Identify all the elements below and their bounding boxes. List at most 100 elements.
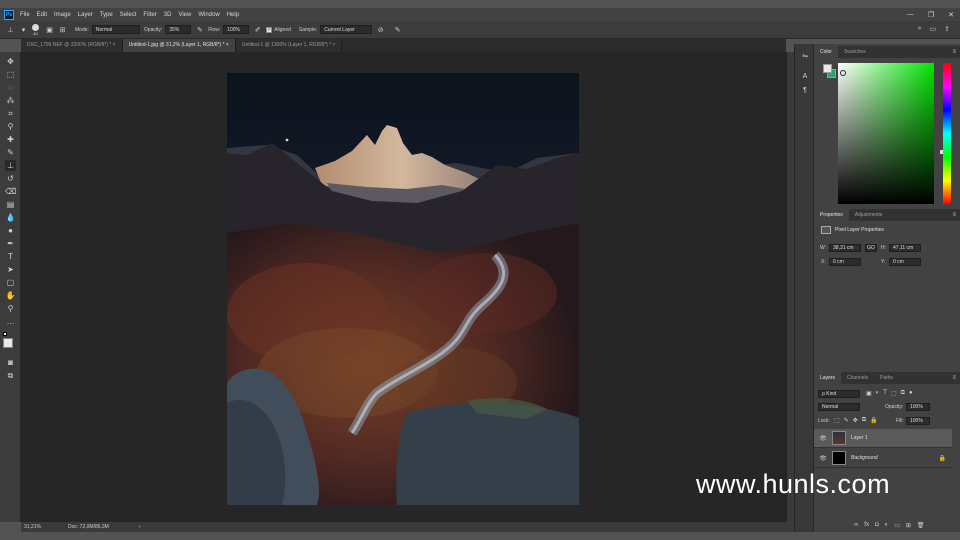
tab-paths[interactable]: Paths [874,372,899,384]
filter-type-icon[interactable]: T [883,390,887,397]
share-icon[interactable]: ⇪ [944,25,950,33]
lock-position-icon[interactable]: ✥ [853,417,858,424]
new-layer-icon[interactable]: ⊞ [906,522,911,529]
opacity-field[interactable]: 35% [165,25,192,34]
tab-layers[interactable]: Layers [814,372,842,384]
clone-stamp-icon[interactable]: ⊥ [6,25,15,34]
clone-source-icon[interactable]: ⊞ [58,25,67,34]
tab-channels[interactable]: Channels [841,372,874,384]
lock-artboard-icon[interactable]: ⧉ [862,417,866,424]
link-dimensions-button[interactable]: GO [865,244,877,252]
mask-icon[interactable]: ◘ [875,522,879,529]
blend-mode-select[interactable]: Normal [818,403,860,411]
path-selection-tool-icon[interactable]: ➤ [5,264,16,275]
tab-dsc-1799[interactable]: DSC_1799.NEF @ 3200% (RGB/8*) * × [21,39,123,52]
ignore-adjustment-icon[interactable]: ⊘ [376,25,385,34]
menu-window[interactable]: Window [198,12,219,18]
history-brush-tool-icon[interactable]: ↺ [5,173,16,184]
menu-edit[interactable]: Edit [37,12,47,18]
airbrush-icon[interactable]: ✐ [253,25,262,34]
foreground-color-swatch[interactable] [823,64,832,73]
quick-select-tool-icon[interactable]: ⁂ [5,95,16,106]
filter-shape-icon[interactable]: ⬚ [891,390,897,397]
shape-tool-icon[interactable]: ▢ [5,277,16,288]
lock-transparency-icon[interactable]: ⬚ [834,417,840,424]
flow-field[interactable]: 100% [223,25,250,34]
document-canvas[interactable] [227,73,579,505]
brush-panel-icon[interactable]: ▣ [45,25,54,34]
panel-menu-icon[interactable]: ≡ [952,372,956,384]
character-panel-icon[interactable]: A [800,72,810,82]
visibility-eye-icon[interactable]: 👁 [818,435,828,442]
tab-swatches[interactable]: Swatches [838,46,872,58]
hue-slider-handle[interactable] [940,150,943,154]
dodge-tool-icon[interactable]: ● [5,225,16,236]
menu-help[interactable]: Help [227,12,239,18]
quick-mask-icon[interactable]: ◙ [5,357,16,368]
width-field[interactable]: 38,31 cm [829,244,861,252]
filter-pixel-icon[interactable]: ▣ [866,390,872,397]
layer-row-background[interactable]: 👁 Background 🔒 [814,449,952,468]
menu-image[interactable]: Image [54,12,71,18]
layer-opacity-field[interactable]: 100% [906,403,930,411]
adjustment-icon[interactable]: ◐ [885,522,889,529]
layer-kind-filter[interactable]: ρ Kind [818,390,860,398]
tool-preset-dropdown-icon[interactable]: ▾ [19,25,28,34]
aligned-checkbox[interactable]: ✓ [266,26,273,33]
zoom-tool-icon[interactable]: ⚲ [5,303,16,314]
history-panel-icon[interactable]: ⇋ [800,52,810,62]
lock-all-icon[interactable]: 🔒 [870,417,877,424]
hand-tool-icon[interactable]: ✋ [5,290,16,301]
crop-tool-icon[interactable]: ⌗ [5,108,16,119]
menu-layer[interactable]: Layer [78,12,93,18]
search-icon[interactable]: ⌕ [918,25,922,33]
workspace-icon[interactable]: ▭ [930,25,937,33]
hue-slider[interactable] [940,63,951,204]
marquee-tool-icon[interactable]: ⬚ [5,69,16,80]
mode-select[interactable]: Normal [91,25,140,34]
filter-smart-icon[interactable]: ⧉ [901,390,905,397]
menu-3d[interactable]: 3D [164,12,172,18]
brush-preset-picker[interactable]: 40 [32,23,39,36]
pressure-opacity-icon[interactable]: ✎ [195,25,204,34]
filter-adjustment-icon[interactable]: ◐ [876,390,880,397]
trash-icon[interactable]: 🗑 [917,522,925,529]
menu-filter[interactable]: Filter [143,12,156,18]
menu-file[interactable]: File [20,12,30,18]
foreground-color-swatch[interactable] [3,338,13,348]
minimize-button[interactable]: — [907,11,914,18]
move-tool-icon[interactable]: ✥ [5,56,16,67]
blur-tool-icon[interactable]: 💧 [5,212,16,223]
filter-toggle-icon[interactable]: ● [909,390,913,397]
tab-adjustments[interactable]: Adjustments [849,209,889,221]
pressure-size-icon[interactable]: ✎ [393,25,402,34]
menu-view[interactable]: View [178,12,191,18]
sample-select[interactable]: Current Layer [320,25,373,34]
fill-field[interactable]: 100% [906,417,930,425]
color-picker-handle[interactable] [840,70,846,76]
panel-menu-icon[interactable]: ≡ [952,209,956,221]
tab-properties[interactable]: Properties [814,209,849,221]
paragraph-panel-icon[interactable]: ¶ [800,86,810,96]
height-field[interactable]: 47,11 cm [889,244,921,252]
x-field[interactable]: 0 cm [829,258,861,266]
restore-button[interactable]: ❐ [928,11,934,19]
eyedropper-tool-icon[interactable]: ⚲ [5,121,16,132]
healing-brush-tool-icon[interactable]: ✚ [5,134,16,145]
screen-mode-icon[interactable]: ⧉ [5,370,16,381]
link-icon[interactable]: ∞ [854,522,858,529]
folder-icon[interactable]: ▭ [894,522,900,529]
eraser-tool-icon[interactable]: ⌫ [5,186,16,197]
type-tool-icon[interactable]: T [5,251,16,262]
menu-type[interactable]: Type [100,12,113,18]
y-field[interactable]: 0 cm [889,258,921,266]
fx-icon[interactable]: fx [864,522,869,529]
zoom-level[interactable]: 31,21% [24,524,60,530]
status-menu-arrow[interactable]: › [139,524,141,530]
menu-select[interactable]: Select [120,12,137,18]
gradient-tool-icon[interactable]: ▤ [5,199,16,210]
panel-menu-icon[interactable]: ≡ [952,46,956,58]
visibility-eye-icon[interactable]: 👁 [818,455,828,462]
brush-tool-icon[interactable]: ✎ [5,147,16,158]
lock-pixels-icon[interactable]: ✎ [844,417,849,424]
